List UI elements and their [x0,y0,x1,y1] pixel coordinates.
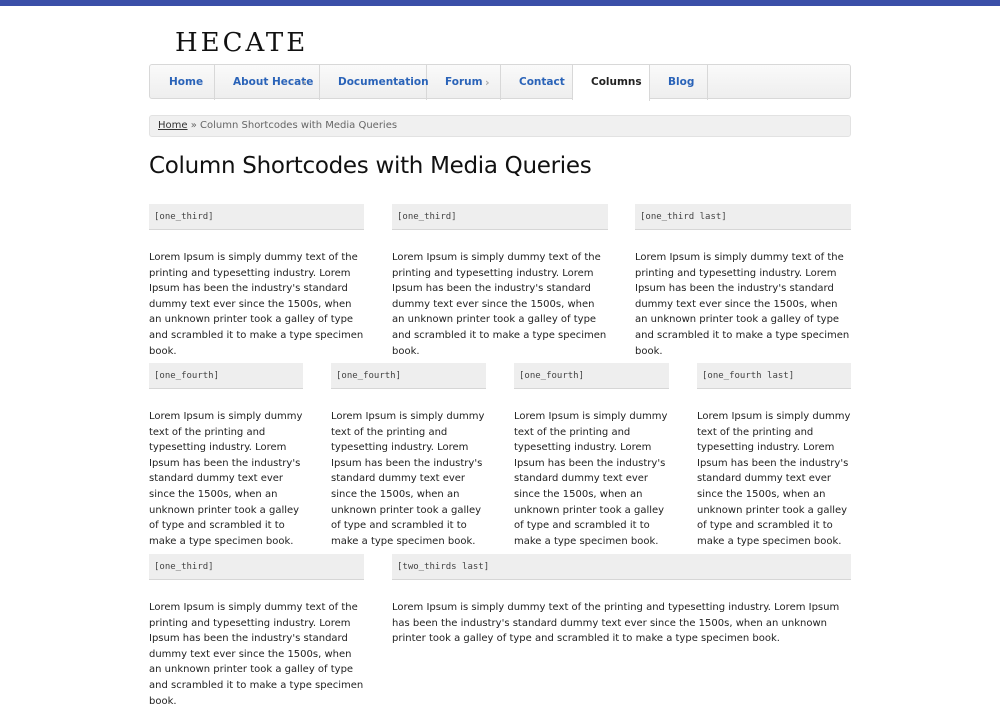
site-logo[interactable]: HECATE [175,30,308,56]
nav-item-label: Blog [668,76,695,88]
column-text: Lorem Ipsum is simply dummy text of the … [149,411,303,547]
nav-item-forum[interactable]: Forum › [427,65,501,100]
breadcrumb-current: Column Shortcodes with Media Queries [200,120,398,131]
nav-item-label: Forum [445,76,483,88]
column-text: Lorem Ipsum is simply dummy text of the … [392,252,607,357]
shortcode-label: [one_fourth] [331,363,486,389]
nav-item-columns[interactable]: Columns [573,65,650,101]
column-text: Lorem Ipsum is simply dummy text of the … [514,411,668,547]
nav-item-home[interactable]: Home [150,65,215,100]
top-accent-bar [0,0,1000,6]
column-text: Lorem Ipsum is simply dummy text of the … [392,602,840,645]
nav-item-label: Documentation [338,76,429,88]
nav-item-contact[interactable]: Contact [501,65,573,100]
nav-item-blog[interactable]: Blog [650,65,708,100]
shortcode-label: [one_third last] [635,204,851,230]
chevron-right-icon: › [302,76,307,89]
shortcode-label: [one_third] [149,554,364,580]
column-text: Lorem Ipsum is simply dummy text of the … [149,252,364,357]
nav-item-label: Contact [519,76,565,88]
nav-item-label: Home [169,76,204,88]
column-text: Lorem Ipsum is simply dummy text of the … [149,602,364,707]
breadcrumb-home-link[interactable]: Home [158,120,188,131]
breadcrumb-separator: » [190,120,197,131]
shortcode-label: [one_third] [149,204,364,230]
nav-item-label: Columns [591,76,642,88]
column-text: Lorem Ipsum is simply dummy text of the … [635,252,850,357]
shortcode-label: [one_fourth last] [697,363,851,389]
chevron-right-icon: › [485,76,490,89]
column-text: Lorem Ipsum is simply dummy text of the … [331,411,485,547]
breadcrumb: Home » Column Shortcodes with Media Quer… [149,115,851,137]
shortcode-label: [one_third] [392,204,608,230]
column-text: Lorem Ipsum is simply dummy text of the … [697,411,851,547]
shortcode-label: [one_fourth] [149,363,303,389]
page-title: Column Shortcodes with Media Queries [149,153,592,179]
nav-item-about[interactable]: About Hecate › [215,65,320,100]
main-nav: Home About Hecate › Documentation Forum … [149,64,851,101]
shortcode-label: [one_fourth] [514,363,669,389]
shortcode-label: [two_thirds last] [392,554,851,580]
nav-item-documentation[interactable]: Documentation [320,65,429,100]
